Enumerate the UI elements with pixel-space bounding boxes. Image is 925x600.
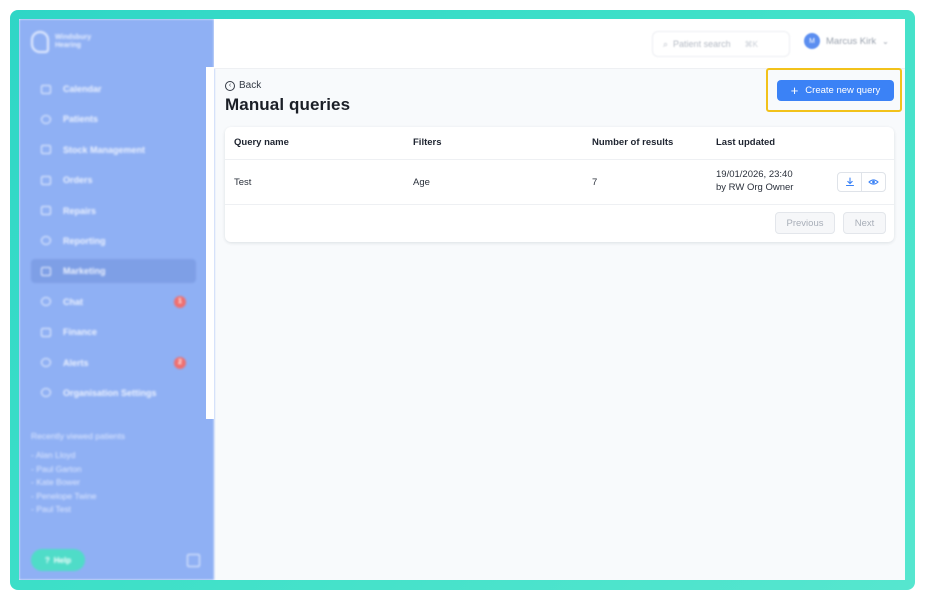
plus-icon: + xyxy=(790,82,799,98)
top-bar: ⌕ Patient search ⌘K M Marcus Kirk ⌄ xyxy=(214,19,905,69)
avatar: M xyxy=(804,33,820,49)
brand-logo[interactable]: Windsbury Hearing xyxy=(31,31,91,53)
search-placeholder: Patient search xyxy=(673,39,731,49)
mail-icon xyxy=(41,266,51,276)
sidebar-item-label: Finance xyxy=(63,327,98,338)
gear-icon xyxy=(41,388,51,398)
help-button[interactable]: ? Help xyxy=(31,549,85,571)
recent-patient-link[interactable]: - Paul Test xyxy=(31,504,125,514)
column-header-number-of-results: Number of results xyxy=(592,137,674,148)
box-icon xyxy=(41,145,51,155)
user-name: Marcus Kirk xyxy=(826,35,877,47)
recent-patients: Recently viewed patients - Alan Lloyd - … xyxy=(31,431,125,518)
sidebar-item-label: Repairs xyxy=(63,205,97,216)
sidebar-scrollbar[interactable] xyxy=(206,67,214,419)
sidebar-item-label: Reporting xyxy=(63,235,106,246)
table-row[interactable]: Test Age 7 19/01/2026, 23:40 by RW Org O… xyxy=(225,159,894,205)
sidebar-item-repairs[interactable]: Repairs xyxy=(31,199,196,223)
sidebar-item-organisation-settings[interactable]: Organisation Settings xyxy=(31,381,196,405)
previous-page-button[interactable]: Previous xyxy=(775,212,835,234)
user-icon xyxy=(41,114,51,124)
chat-icon xyxy=(41,297,51,307)
back-link[interactable]: ‹ Back xyxy=(225,80,261,91)
patient-search-input[interactable]: ⌕ Patient search ⌘K xyxy=(652,31,790,57)
column-header-last-updated: Last updated xyxy=(716,137,776,148)
download-button[interactable] xyxy=(838,173,861,191)
app-window: Windsbury Hearing Calendar Patients Stoc… xyxy=(19,19,905,580)
help-label: Help xyxy=(53,555,72,565)
sidebar-item-label: Patients xyxy=(63,114,99,125)
sidebar-item-calendar[interactable]: Calendar xyxy=(31,77,196,101)
collapse-sidebar-icon[interactable] xyxy=(187,554,200,567)
brand-name-line1: Windsbury xyxy=(55,34,92,41)
chevron-down-icon: ⌄ xyxy=(882,36,889,46)
row-actions xyxy=(837,172,886,192)
recent-patients-header: Recently viewed patients xyxy=(31,431,126,441)
table-header: Query name Filters Number of results Las… xyxy=(225,127,894,160)
sidebar-item-reporting[interactable]: Reporting xyxy=(31,229,196,253)
recent-patient-link[interactable]: - Kate Bower xyxy=(31,477,125,487)
card-icon xyxy=(41,327,51,337)
sidebar-item-label: Alerts xyxy=(63,357,89,368)
cell-filters: Age xyxy=(413,177,430,188)
cell-number-of-results: 7 xyxy=(592,177,598,188)
clipboard-icon xyxy=(41,175,51,185)
create-label: Create new query xyxy=(805,85,881,96)
sidebar-item-alerts[interactable]: Alerts 2 xyxy=(31,351,196,375)
cell-updated-by: by RW Org Owner xyxy=(716,182,794,193)
sidebar-nav: Calendar Patients Stock Management Order… xyxy=(31,77,196,411)
search-shortcut: ⌘K xyxy=(744,39,758,49)
sidebar-item-marketing[interactable]: Marketing xyxy=(31,259,196,284)
question-icon: ? xyxy=(44,555,50,565)
recent-patient-link[interactable]: - Penelope Twine xyxy=(31,491,125,501)
alerts-badge: 2 xyxy=(174,356,186,369)
sidebar-item-label: Calendar xyxy=(63,84,102,94)
next-page-button[interactable]: Next xyxy=(843,212,886,234)
sidebar-item-label: Orders xyxy=(63,175,93,186)
calendar-icon xyxy=(41,84,51,94)
user-menu[interactable]: M Marcus Kirk ⌄ xyxy=(804,33,889,49)
sidebar-item-label: Organisation Settings xyxy=(63,387,157,398)
recent-patient-link[interactable]: - Alan Lloyd xyxy=(31,450,125,460)
brand-name-line2: Hearing xyxy=(55,42,82,49)
arrow-left-circle-icon: ‹ xyxy=(225,80,235,91)
sidebar-item-label: Stock Management xyxy=(63,144,146,155)
sidebar-item-orders[interactable]: Orders xyxy=(31,168,196,192)
sidebar-item-stock-management[interactable]: Stock Management xyxy=(31,138,196,162)
sidebar-item-chat[interactable]: Chat 1 xyxy=(31,290,196,314)
cell-query-name: Test xyxy=(234,177,252,188)
create-new-query-button[interactable]: + Create new query xyxy=(777,80,894,101)
download-icon xyxy=(845,177,854,187)
search-icon: ⌕ xyxy=(663,38,669,49)
cell-last-updated: 19/01/2026, 23:40 xyxy=(716,169,793,180)
bell-icon xyxy=(41,358,51,368)
page-title: Manual queries xyxy=(225,95,351,114)
ear-logo-icon xyxy=(31,31,49,53)
chat-badge: 1 xyxy=(174,295,186,308)
sidebar-item-label: Marketing xyxy=(63,266,106,277)
view-button[interactable] xyxy=(861,173,885,191)
back-label: Back xyxy=(239,80,262,91)
column-header-filters: Filters xyxy=(413,137,442,148)
wrench-icon xyxy=(41,206,51,216)
sidebar: Windsbury Hearing Calendar Patients Stoc… xyxy=(19,19,214,580)
column-header-query-name: Query name xyxy=(234,137,289,148)
sidebar-item-patients[interactable]: Patients xyxy=(31,107,196,131)
eye-icon xyxy=(868,179,879,185)
chart-icon xyxy=(41,236,51,246)
recent-patient-link[interactable]: - Paul Garton xyxy=(31,464,125,474)
brand-name: Windsbury Hearing xyxy=(55,34,91,50)
sidebar-item-finance[interactable]: Finance xyxy=(31,320,196,344)
queries-table-card: Query name Filters Number of results Las… xyxy=(225,127,894,242)
sidebar-item-label: Chat xyxy=(63,296,83,307)
